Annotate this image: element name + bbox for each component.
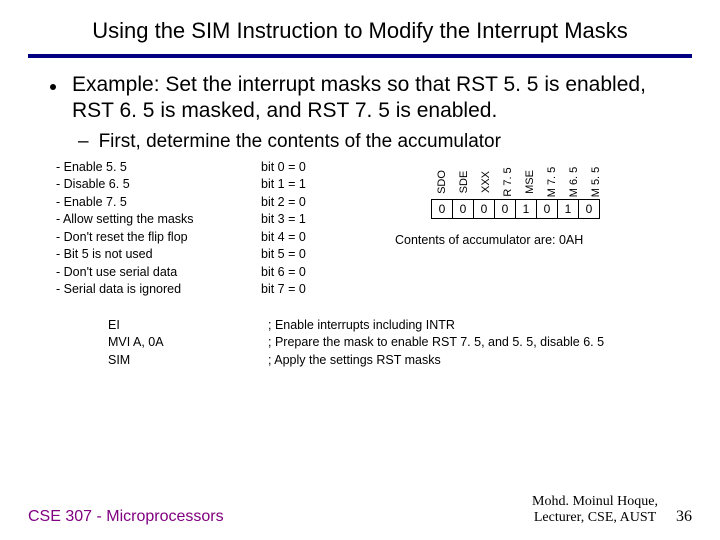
bit-label: M 5. 5 (579, 171, 613, 193)
bit-box: 0 (578, 199, 600, 219)
code-line: SIM (108, 352, 268, 370)
bit-box: 1 (515, 199, 537, 219)
footer-right: Mohd. Moinul Hoque, Lecturer, CSE, AUST … (532, 494, 692, 526)
code-instructions: EI MVI A, 0A SIM (108, 317, 268, 370)
list-item: - Allow setting the masks (56, 211, 251, 229)
list-item: - Disable 6. 5 (56, 176, 251, 194)
author-block: Mohd. Moinul Hoque, Lecturer, CSE, AUST (532, 494, 658, 526)
list-item: bit 1 = 1 (261, 176, 381, 194)
code-comments: ; Enable interrupts including INTR ; Pre… (268, 317, 604, 370)
list-item: bit 0 = 0 (261, 159, 381, 177)
list-item: - Serial data is ignored (56, 281, 251, 299)
bits-list: bit 0 = 0 bit 1 = 1 bit 2 = 0 bit 3 = 1 … (251, 159, 381, 299)
course-code: CSE 307 - Microprocessors (28, 508, 224, 526)
accumulator-area: SDO SDE XXX R 7. 5 MSE M 7. 5 M 6. 5 M 5… (381, 159, 692, 299)
code-line: MVI A, 0A (108, 334, 268, 352)
list-item: bit 6 = 0 (261, 264, 381, 282)
page-number: 36 (676, 508, 692, 526)
example-text: Example: Set the interrupt masks so that… (72, 72, 692, 125)
footer: CSE 307 - Microprocessors Mohd. Moinul H… (28, 494, 692, 526)
code-line: EI (108, 317, 268, 335)
dash-icon: – (78, 131, 89, 153)
list-item: - Enable 7. 5 (56, 194, 251, 212)
bit-box: 0 (431, 199, 453, 219)
list-item: - Bit 5 is not used (56, 246, 251, 264)
sub-text: First, determine the contents of the acc… (99, 131, 501, 153)
author-line: Lecturer, CSE, AUST (532, 510, 658, 526)
three-col: - Enable 5. 5 - Disable 6. 5 - Enable 7.… (50, 159, 692, 299)
bit-labels-row: SDO SDE XXX R 7. 5 MSE M 7. 5 M 6. 5 M 5… (431, 165, 692, 199)
bit-box: 0 (473, 199, 495, 219)
code-line: ; Enable interrupts including INTR (268, 317, 604, 335)
list-item: - Don't reset the flip flop (56, 229, 251, 247)
list-item: bit 4 = 0 (261, 229, 381, 247)
bit-boxes-row: 0 0 0 0 1 0 1 0 (431, 199, 692, 219)
slide-title: Using the SIM Instruction to Modify the … (28, 18, 692, 44)
sub-bullet-row: – First, determine the contents of the a… (78, 131, 692, 153)
bit-box: 0 (494, 199, 516, 219)
list-item: - Don't use serial data (56, 264, 251, 282)
author-line: Mohd. Moinul Hoque, (532, 494, 658, 510)
bullet-dot-icon (50, 84, 56, 90)
code-line: ; Apply the settings RST masks (268, 352, 604, 370)
body-area: Example: Set the interrupt masks so that… (28, 72, 692, 369)
bit-box: 0 (452, 199, 474, 219)
list-item: bit 3 = 1 (261, 211, 381, 229)
code-block: EI MVI A, 0A SIM ; Enable interrupts inc… (108, 317, 692, 370)
list-item: - Enable 5. 5 (56, 159, 251, 177)
list-item: bit 7 = 0 (261, 281, 381, 299)
bit-box: 1 (557, 199, 579, 219)
list-item: bit 5 = 0 (261, 246, 381, 264)
accumulator-caption: Contents of accumulator are: 0AH (395, 233, 692, 247)
list-item: bit 2 = 0 (261, 194, 381, 212)
enable-disable-list: - Enable 5. 5 - Disable 6. 5 - Enable 7.… (56, 159, 251, 299)
code-line: ; Prepare the mask to enable RST 7. 5, a… (268, 334, 604, 352)
title-divider (28, 54, 692, 58)
slide: Using the SIM Instruction to Modify the … (0, 0, 720, 540)
bullet-row-1: Example: Set the interrupt masks so that… (50, 72, 692, 125)
bit-box: 0 (536, 199, 558, 219)
